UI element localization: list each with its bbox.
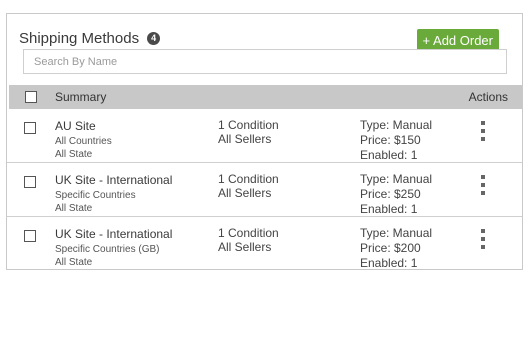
method-countries: Specific Countries (GB) xyxy=(55,244,160,255)
search-input[interactable] xyxy=(23,49,507,74)
method-enabled: Enabled: 1 xyxy=(360,256,418,270)
count-badge: 4 xyxy=(147,31,161,45)
method-price: Price: $250 xyxy=(360,187,421,201)
more-actions-icon[interactable] xyxy=(479,121,487,141)
shipping-methods-panel: Shipping Methods 4 + Add Order Summary A… xyxy=(6,13,523,270)
method-type: Type: Manual xyxy=(360,118,433,132)
method-type: Type: Manual xyxy=(360,226,433,240)
method-name: AU Site xyxy=(55,119,96,133)
column-header-actions: Actions xyxy=(468,90,508,104)
method-name: UK Site - International xyxy=(55,173,173,187)
table-row: UK Site - International Specific Countri… xyxy=(7,163,522,217)
table-header: Summary Actions xyxy=(9,85,522,109)
method-countries: Specific Countries xyxy=(55,190,136,201)
method-enabled: Enabled: 1 xyxy=(360,202,418,216)
table-row: UK Site - International Specific Countri… xyxy=(7,217,522,271)
method-name: UK Site - International xyxy=(55,227,173,241)
method-state: All State xyxy=(55,257,93,268)
method-condition: 1 Condition xyxy=(218,226,279,240)
row-checkbox[interactable] xyxy=(24,122,36,134)
method-type: Type: Manual xyxy=(360,172,433,186)
row-checkbox[interactable] xyxy=(24,176,36,188)
more-actions-icon[interactable] xyxy=(479,175,487,195)
panel-header: Shipping Methods 4 + Add Order xyxy=(19,24,510,52)
table-row: AU Site All Countries All State 1 Condit… xyxy=(7,109,522,163)
method-state: All State xyxy=(55,149,93,160)
method-price: Price: $150 xyxy=(360,133,421,147)
select-all-checkbox[interactable] xyxy=(25,91,37,103)
method-sellers: All Sellers xyxy=(218,186,272,200)
method-sellers: All Sellers xyxy=(218,240,272,254)
method-condition: 1 Condition xyxy=(218,172,279,186)
row-checkbox[interactable] xyxy=(24,230,36,242)
method-state: All State xyxy=(55,203,93,214)
page-title: Shipping Methods xyxy=(19,29,140,47)
method-enabled: Enabled: 1 xyxy=(360,148,418,162)
method-countries: All Countries xyxy=(55,136,112,147)
more-actions-icon[interactable] xyxy=(479,229,487,249)
method-price: Price: $200 xyxy=(360,241,421,255)
method-sellers: All Sellers xyxy=(218,132,272,146)
title-group: Shipping Methods 4 xyxy=(19,24,161,52)
column-header-summary: Summary xyxy=(55,90,107,104)
method-condition: 1 Condition xyxy=(218,118,279,132)
